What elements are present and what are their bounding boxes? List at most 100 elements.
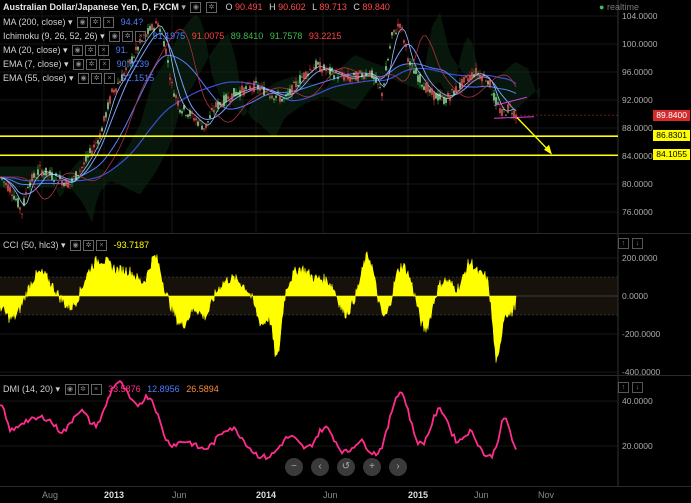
candle-body — [65, 178, 67, 187]
gear-icon[interactable]: ✲ — [85, 45, 97, 57]
eye-icon[interactable]: ◉ — [190, 2, 202, 14]
candle-body — [217, 101, 219, 109]
chevron-down-icon[interactable]: ▾ — [63, 45, 68, 55]
candle-body — [417, 75, 419, 82]
move-up-icon[interactable]: ↑ — [618, 238, 629, 249]
candle-body — [301, 76, 303, 78]
candle-body — [501, 108, 503, 116]
candle-body — [373, 76, 375, 80]
close-icon[interactable]: × — [90, 384, 102, 396]
chevron-down-icon[interactable]: ▾ — [69, 73, 74, 83]
indicator-ma20[interactable]: MA (20, close) ▾ ◉ ✲ × 91. — [3, 45, 128, 57]
candle-body — [115, 88, 117, 92]
dmi-header[interactable]: DMI (14, 20) ▾ ◉ ✲ × 33.5876 12.8956 26.58… — [3, 384, 219, 396]
candle-body — [81, 166, 83, 169]
dmi-axis-label: 40.0000 — [622, 396, 653, 406]
gear-icon[interactable]: ✲ — [122, 31, 134, 43]
reset-icon[interactable]: ↺ — [337, 458, 355, 476]
candle-body — [259, 87, 261, 91]
chevron-down-icon[interactable]: ▾ — [56, 384, 61, 394]
gear-icon[interactable]: ✲ — [86, 59, 98, 71]
candle-body — [255, 81, 257, 83]
candle-body — [415, 68, 417, 74]
zoom-in-icon[interactable]: + — [363, 458, 381, 476]
indicator-ichimoku[interactable]: Ichimoku (9, 26, 52, 26) ▾ ◉ ✲ × 91.1975 9… — [3, 31, 341, 43]
indicator-label: DMI (14, 20) — [3, 384, 54, 394]
close-icon[interactable]: × — [135, 31, 147, 43]
indicator-ema7[interactable]: EMA (7, close) ▾ ◉ ✲ × 90.8239 — [3, 59, 149, 71]
price-axis-label: 100.0000 — [622, 39, 658, 49]
indicator-label: MA (20, close) — [3, 45, 61, 55]
chevron-down-icon[interactable]: ▾ — [61, 240, 66, 250]
eye-icon[interactable]: ◉ — [70, 240, 82, 252]
chevron-down-icon[interactable]: ▾ — [64, 59, 69, 69]
candle-body — [505, 114, 507, 116]
close-icon[interactable]: × — [96, 240, 108, 252]
candle-body — [11, 194, 13, 197]
candle-body — [9, 186, 11, 193]
candle-body — [219, 102, 221, 106]
symbol-title[interactable]: Australian Dollar/Japanese Yen, D, FXCM — [3, 2, 179, 12]
gear-icon[interactable]: ✲ — [77, 384, 89, 396]
indicator-value: 26.5894 — [186, 384, 219, 394]
candle-body — [43, 173, 45, 176]
cci-pane[interactable]: 200.0000 0.0000 -200.0000 -400.0000 CCI (50… — [0, 234, 691, 375]
gear-icon[interactable]: ✲ — [83, 240, 95, 252]
eye-icon[interactable]: ◉ — [109, 31, 121, 43]
candle-body — [507, 104, 509, 113]
realtime-status: ● realtime — [599, 2, 639, 12]
ohlc-c-label: C — [353, 2, 360, 12]
pan-right-icon[interactable]: › — [389, 458, 407, 476]
time-label: Jun — [323, 490, 338, 500]
close-icon[interactable]: × — [104, 73, 116, 85]
candle-body — [263, 86, 265, 96]
eye-icon[interactable]: ◉ — [72, 45, 84, 57]
pan-left-icon[interactable]: ‹ — [311, 458, 329, 476]
dmi-pane[interactable]: 40.0000 20.0000 DMI (14, 20) ▾ ◉ ✲ × 33.587… — [0, 376, 691, 486]
candle-body — [229, 100, 231, 102]
projection-arrow — [516, 117, 551, 153]
eye-icon[interactable]: ◉ — [77, 17, 89, 29]
candle-body — [83, 162, 85, 165]
candle-body — [509, 104, 511, 106]
candle-body — [267, 93, 269, 95]
cci-header[interactable]: CCI (50, hlc3) ▾ ◉ ✲ × -93.7187 — [3, 240, 149, 252]
gear-icon[interactable]: ✲ — [205, 2, 217, 14]
candle-body — [79, 170, 81, 172]
price-pane[interactable]: 104.0000 100.0000 96.0000 92.0000 88.0000 84.… — [0, 0, 691, 233]
candle-body — [37, 169, 39, 175]
candle-body — [237, 92, 239, 95]
candle-body — [27, 187, 29, 189]
candle-body — [337, 77, 339, 79]
time-axis[interactable]: Aug 2013 Jun 2014 Jun 2015 Jun Nov — [0, 486, 691, 503]
close-icon[interactable]: × — [99, 59, 111, 71]
chevron-down-icon[interactable]: ▾ — [181, 2, 186, 12]
move-down-icon[interactable]: ↓ — [632, 382, 643, 393]
eye-icon[interactable]: ◉ — [73, 59, 85, 71]
candle-body — [285, 94, 287, 97]
gear-icon[interactable]: ✲ — [90, 17, 102, 29]
gear-icon[interactable]: ✲ — [91, 73, 103, 85]
time-label: 2014 — [256, 490, 277, 500]
candle-body — [381, 92, 383, 97]
candle-body — [195, 118, 197, 121]
candle-body — [413, 70, 415, 74]
candle-body — [157, 23, 159, 27]
eye-icon[interactable]: ◉ — [78, 73, 90, 85]
eye-icon[interactable]: ◉ — [64, 384, 76, 396]
close-icon[interactable]: × — [98, 45, 110, 57]
move-down-icon[interactable]: ↓ — [632, 238, 643, 249]
candle-body — [459, 82, 461, 89]
chevron-down-icon[interactable]: ▾ — [68, 17, 73, 27]
candle-body — [97, 140, 99, 144]
zoom-out-icon[interactable]: − — [285, 458, 303, 476]
cci-chart[interactable]: 200.0000 0.0000 -200.0000 -400.0000 — [0, 234, 691, 375]
move-up-icon[interactable]: ↑ — [618, 382, 629, 393]
chevron-down-icon[interactable]: ▾ — [100, 31, 105, 41]
candle-body — [275, 95, 277, 98]
indicator-ema55[interactable]: EMA (55, close) ▾ ◉ ✲ × 92.1515 — [3, 73, 154, 85]
time-label: Jun — [172, 490, 187, 500]
candle-body — [351, 78, 353, 80]
indicator-ma200[interactable]: MA (200, close) ▾ ◉ ✲ × 94.4? — [3, 17, 143, 29]
close-icon[interactable]: × — [103, 17, 115, 29]
